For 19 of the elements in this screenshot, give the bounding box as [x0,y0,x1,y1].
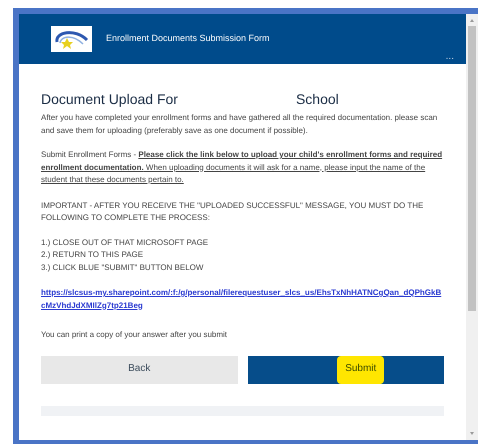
step-text: 1.) CLOSE OUT OF THAT MICROSOFT PAGE [41,236,210,249]
print-note: You can print a copy of your answer after you submit [41,329,228,341]
scrollbar[interactable] [466,14,478,440]
important-paragraph: IMPORTANT - AFTER YOU RECEIVE THE "UPLOADED SUCCESSFUL" MESSAGE, YOU MUST DO THE FOLLOWING TO COMPLETE THE PROCESS: [41,200,424,224]
page-heading: Document Upload For [41,90,178,108]
step-text: 2.) RETURN TO THIS PAGE [41,249,144,261]
form-title: Enrollment Documents Submission Form [106,32,270,46]
scroll-up-icon[interactable] [470,19,474,22]
more-button[interactable]: ... [446,52,454,62]
scroll-thumb[interactable] [468,26,476,311]
back-button[interactable]: Back [41,356,238,384]
upload-link[interactable]: https://slcsus-my.sharepoint.com/:f:/g/personal/filerequestuser_slcs_us/EhsTxNhHATNCgQan_dQPhGkBcMzVhdJdXMIlZg7tp21Beg [41,287,444,312]
intro-paragraph: After you have completed your enrollment forms and have gathered all the required documentation. please scan and save them for uploading (preferably save as one document if possible). [41,112,438,137]
logo-icon [51,26,92,52]
page-heading: School [296,90,339,108]
instructions-paragraph: Submit Enrollment Forms - Please click the link below to upload your child's enrollment forms and required enrollment documentation. When uploading documents it will ask for a name, please input the name of the student that these documents pertain to. [41,149,444,186]
scroll-down-icon[interactable] [470,432,474,435]
submit-button[interactable]: Submit [248,356,444,384]
step-text: 3.) CLICK BLUE "SUBMIT" BUTTON BELOW [41,262,204,274]
